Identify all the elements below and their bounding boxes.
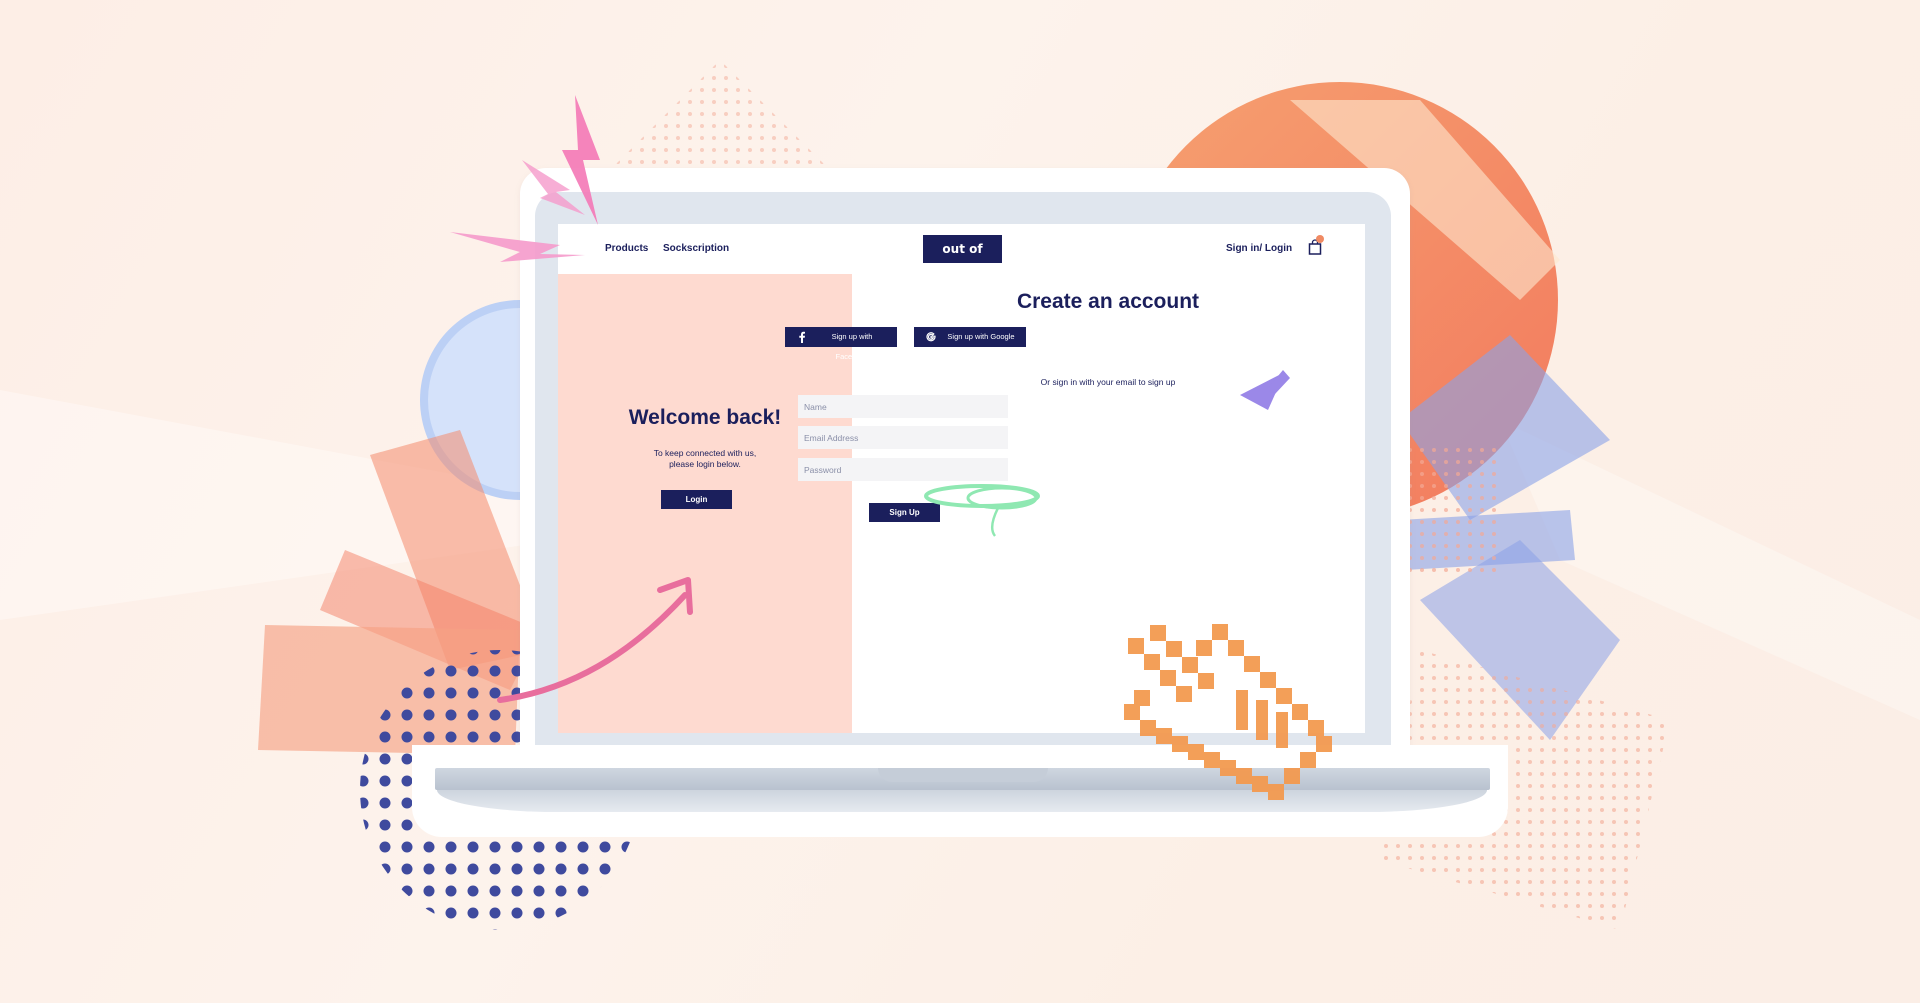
foreground-decorations [450,95,1332,800]
lightning-bolt-icon [450,232,585,262]
arrow-icon [497,592,688,703]
pixel-hand-cursor-icon [1124,624,1332,800]
